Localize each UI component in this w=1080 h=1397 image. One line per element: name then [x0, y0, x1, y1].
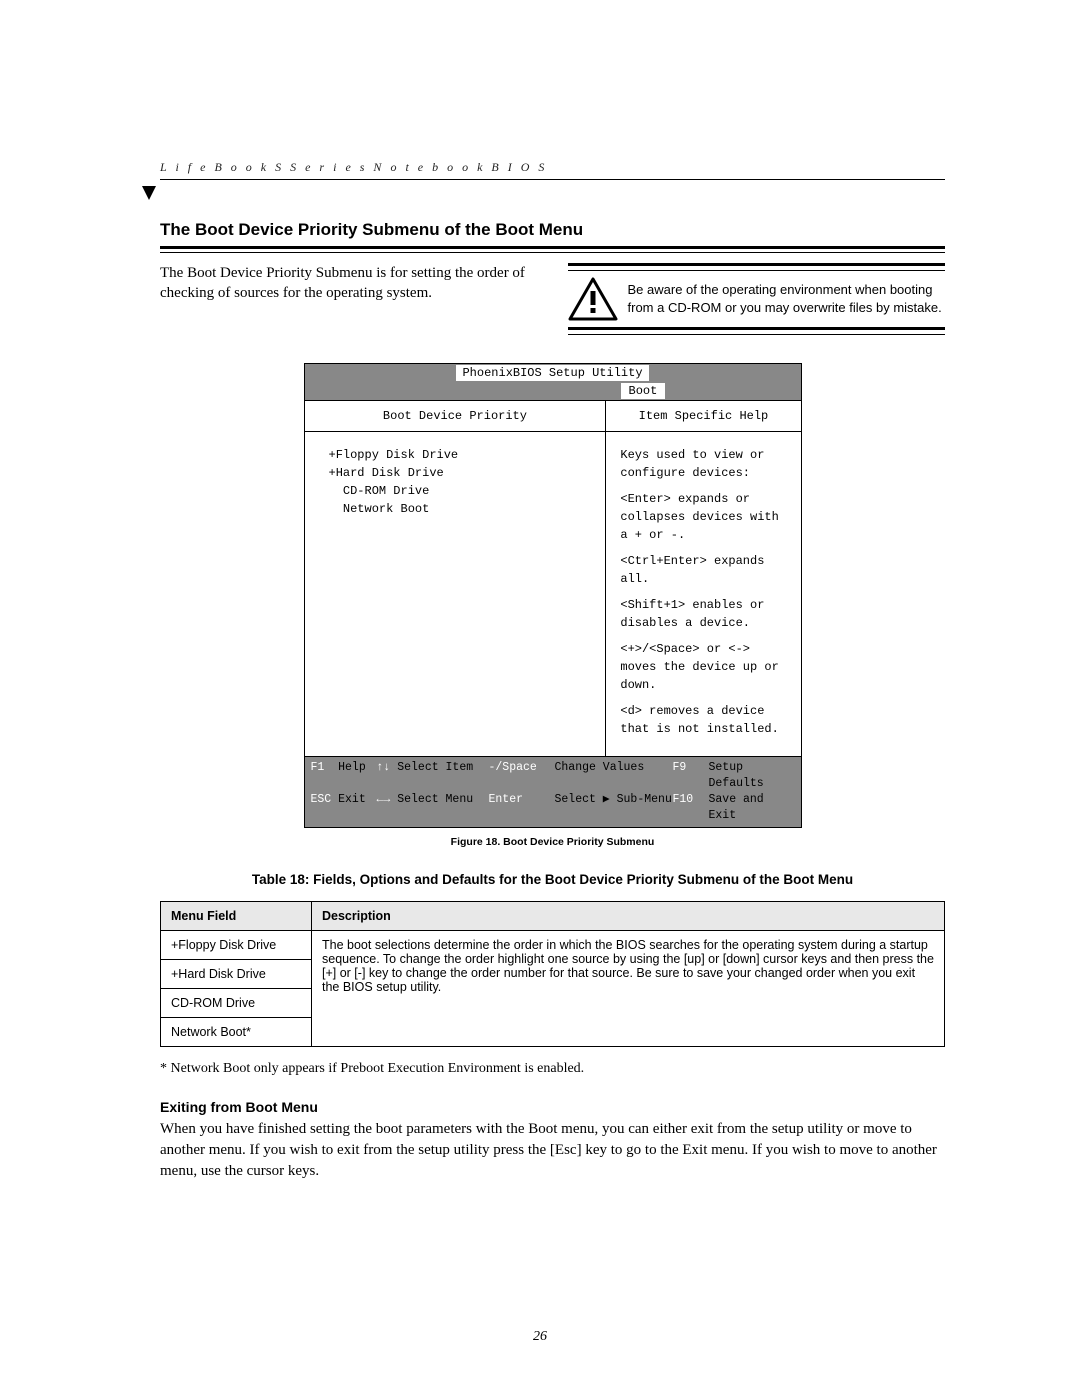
warning-column: Be aware of the operating environment wh… [568, 263, 946, 335]
options-table: Menu Field Description +Floppy Disk Driv… [160, 901, 945, 1047]
table-row: +Floppy Disk Drive [161, 931, 312, 960]
exiting-text: When you have finished setting the boot … [160, 1119, 945, 1182]
warning-icon [568, 277, 618, 321]
th-menu-field: Menu Field [161, 902, 312, 931]
bios-tab-boot: Boot [621, 383, 666, 399]
bios-left-title: Boot Device Priority [305, 401, 606, 432]
intro-text: The Boot Device Priority Submenu is for … [160, 263, 538, 304]
section-rule [160, 246, 945, 253]
section-title: The Boot Device Priority Submenu of the … [160, 220, 945, 240]
bios-help-body: Keys used to view or configure devices: … [606, 432, 800, 756]
table-row: Network Boot* [161, 1018, 312, 1047]
bios-device-list: +Floppy Disk Drive +Hard Disk Drive CD-R… [305, 432, 606, 528]
warning-text: Be aware of the operating environment wh… [628, 281, 946, 316]
page-tab-marker [142, 186, 156, 200]
running-header: L i f e B o o k S S e r i e s N o t e b … [160, 160, 945, 180]
page-number: 26 [0, 1329, 1080, 1345]
intro-columns: The Boot Device Priority Submenu is for … [160, 263, 945, 335]
exiting-title: Exiting from Boot Menu [160, 1099, 945, 1115]
table-description-cell: The boot selections determine the order … [312, 931, 945, 1047]
page: L i f e B o o k S S e r i e s N o t e b … [0, 0, 1080, 1397]
bios-screenshot: PhoenixBIOS Setup Utility Boot Boot Devi… [304, 363, 802, 828]
bios-title-bar: PhoenixBIOS Setup Utility [305, 364, 801, 382]
bios-help-title: Item Specific Help [606, 401, 800, 432]
table-row: CD-ROM Drive [161, 989, 312, 1018]
table-row: +Hard Disk Drive [161, 960, 312, 989]
table-footnote: * Network Boot only appears if Preboot E… [160, 1061, 945, 1077]
th-description: Description [312, 902, 945, 931]
table-caption: Table 18: Fields, Options and Defaults f… [160, 872, 945, 887]
warning-box: Be aware of the operating environment wh… [568, 263, 946, 335]
figure-caption: Figure 18. Boot Device Priority Submenu [160, 836, 945, 848]
bios-menu-bar: Boot [305, 382, 801, 400]
bios-footer: F1 Help ↑↓ Select Item -/Space Change Va… [305, 757, 801, 827]
